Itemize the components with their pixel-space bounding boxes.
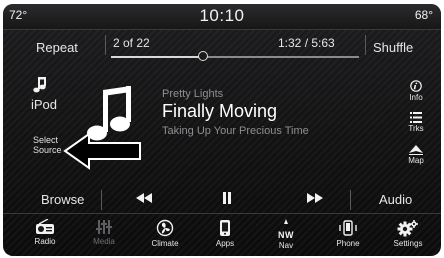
map-arrow-icon [409, 145, 423, 155]
select-source-line: Select [33, 135, 59, 145]
nav-navigation[interactable]: NW Nav [262, 219, 310, 250]
divider [101, 190, 102, 210]
song-title: Finally Moving [162, 101, 278, 121]
climate-fan-icon [156, 219, 174, 237]
info-icon [410, 80, 422, 92]
music-note-icon[interactable] [33, 76, 47, 94]
nav-radio[interactable]: Radio [21, 219, 69, 246]
time-progress: 1:32 / 5:63 [278, 36, 335, 50]
nav-climate[interactable]: Climate [141, 219, 189, 248]
shuffle-button[interactable]: Shuffle [373, 40, 413, 55]
tracks-button[interactable]: Trks [400, 112, 432, 133]
progress-bar[interactable] [111, 51, 359, 61]
list-icon [410, 112, 422, 123]
select-source-line: Source [33, 145, 62, 155]
pause-icon[interactable] [223, 192, 231, 204]
nav-radio-label: Radio [34, 237, 56, 246]
fast-forward-icon[interactable] [307, 193, 323, 203]
nav-apps[interactable]: Apps [201, 219, 249, 248]
browse-button[interactable]: Browse [41, 192, 84, 207]
map-label: Map [408, 156, 424, 165]
phone-icon [339, 220, 357, 236]
nav-media[interactable]: Media [80, 219, 128, 246]
progress-fill [111, 56, 203, 58]
repeat-button[interactable]: Repeat [36, 40, 78, 55]
divider [350, 190, 351, 210]
nav-phone[interactable]: Phone [324, 219, 372, 248]
audio-button[interactable]: Audio [379, 192, 412, 207]
artist-name: Pretty Lights [162, 88, 224, 100]
nav-media-label: Media [93, 237, 115, 246]
nav-nav-label: Nav [278, 241, 294, 250]
map-button[interactable]: Map [400, 145, 432, 165]
passenger-temperature[interactable]: 68° [415, 8, 433, 22]
clock: 10:10 [199, 6, 245, 25]
track-count: 2 of 22 [113, 36, 150, 50]
apps-phone-icon [220, 220, 230, 236]
nav-settings[interactable]: Settings [384, 219, 432, 248]
radio-icon [36, 219, 54, 234]
infotainment-screen: 72° 10:10 68° Repeat 2 of 22 1:32 / 5:63… [3, 4, 441, 256]
tracks-label: Trks [408, 124, 424, 133]
select-source-label[interactable]: Select Source [33, 135, 62, 155]
equalizer-icon [96, 220, 112, 234]
rewind-icon[interactable] [136, 193, 152, 203]
divider [105, 35, 106, 55]
compass-letters: NW [262, 230, 310, 240]
nav-settings-label: Settings [393, 239, 423, 248]
info-label: Info [409, 93, 423, 102]
nav-apps-label: Apps [215, 239, 235, 248]
compass-north: N [278, 230, 285, 240]
album-name: Taking Up Your Precious Time [162, 125, 309, 137]
settings-gear-icon [397, 220, 418, 237]
divider [365, 35, 366, 55]
divider [3, 213, 441, 214]
nav-phone-label: Phone [336, 239, 360, 248]
nav-climate-label: Climate [151, 239, 179, 248]
info-button[interactable]: Info [400, 80, 432, 102]
compass-west: W [285, 230, 294, 240]
bottom-nav-bar: Radio Media Climate Apps NW Nav Phone Se… [3, 216, 441, 256]
progress-scrubber[interactable] [197, 51, 208, 61]
callout-arrow-icon [63, 132, 141, 170]
source-label[interactable]: iPod [31, 97, 57, 112]
status-bar: 72° 10:10 68° [3, 4, 441, 30]
